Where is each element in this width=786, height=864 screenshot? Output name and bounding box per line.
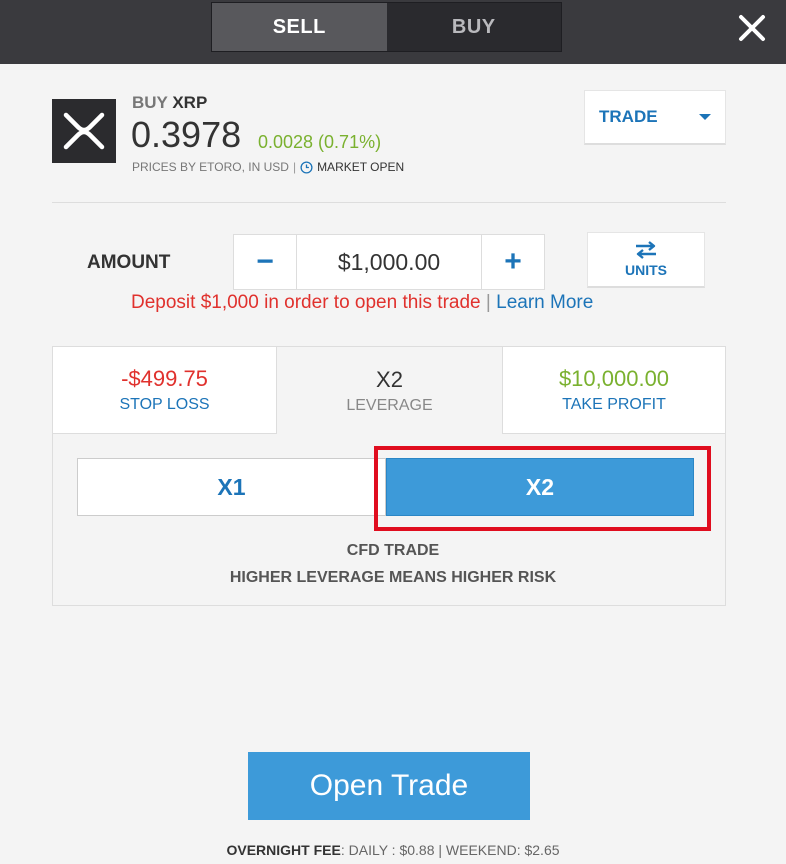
decrease-amount-button[interactable]: − [234,235,297,289]
learn-more-link[interactable]: Learn More [496,292,593,313]
asset-price: 0.3978 [131,114,242,155]
close-icon[interactable] [736,12,768,44]
leverage-label: LEVERAGE [346,396,433,414]
amount-stepper: − $1,000.00 + [233,234,545,290]
caret-down-icon [699,114,711,120]
swap-icon [636,241,656,259]
leverage-tab[interactable]: X2 LEVERAGE [277,347,502,434]
asset-symbol: XRP [172,93,208,112]
clock-icon [300,160,313,174]
overnight-fee-label: OVERNIGHT FEE [226,842,341,858]
leverage-value: X2 [376,366,403,392]
take-profit-value: $10,000.00 [558,366,670,391]
leverage-risk-warning: HIGHER LEVERAGE MEANS HIGHER RISK [229,569,557,586]
overnight-fee-details: : DAILY : $0.88 | WEEKEND: $2.65 [340,842,560,858]
deposit-message: Deposit $1,000 in order to open this tra… [131,292,593,314]
divider [52,202,726,203]
sell-buy-toggle: SELL BUY [211,2,562,52]
take-profit-label: TAKE PROFIT [562,396,666,413]
top-bar: SELL BUY [0,0,786,64]
market-status: MARKET OPEN [317,160,405,174]
deposit-separator: | [485,292,491,313]
cfd-trade-notice: CFD TRADE [346,542,440,559]
meta-separator: | [292,160,297,174]
trade-dropdown[interactable]: TRADE [584,90,726,145]
units-label: UNITS [625,262,667,278]
prices-by-text: PRICES BY ETORO, IN USD [132,160,289,174]
trade-dropdown-label: TRADE [599,107,658,126]
trade-direction: BUY [132,93,168,112]
buy-tab[interactable]: BUY [386,3,561,51]
overnight-fee: OVERNIGHT FEE: DAILY : $0.88 | WEEKEND: … [0,842,786,858]
take-profit-tab[interactable]: $10,000.00 TAKE PROFIT [502,347,725,434]
sell-tab[interactable]: SELL [212,3,387,51]
increase-amount-button[interactable]: + [481,235,544,289]
units-toggle-button[interactable]: UNITS [587,232,705,288]
amount-label: AMOUNT [87,252,171,273]
price-change: 0.0028 (0.71%) [258,132,382,152]
xrp-logo-icon [52,99,116,163]
stop-loss-tab[interactable]: -$499.75 STOP LOSS [53,347,277,434]
stop-loss-value: -$499.75 [121,366,208,391]
amount-input[interactable]: $1,000.00 [297,235,481,289]
deposit-text: Deposit $1,000 in order to open this tra… [131,292,481,313]
stop-loss-label: STOP LOSS [119,396,210,413]
open-trade-button[interactable]: Open Trade [248,752,530,820]
price-meta: PRICES BY ETORO, IN USD | MARKET OPEN [132,160,404,174]
asset-title: BUY XRP [132,93,207,113]
leverage-x1-button[interactable]: X1 [77,458,386,516]
leverage-x2-button[interactable]: X2 [386,458,694,516]
